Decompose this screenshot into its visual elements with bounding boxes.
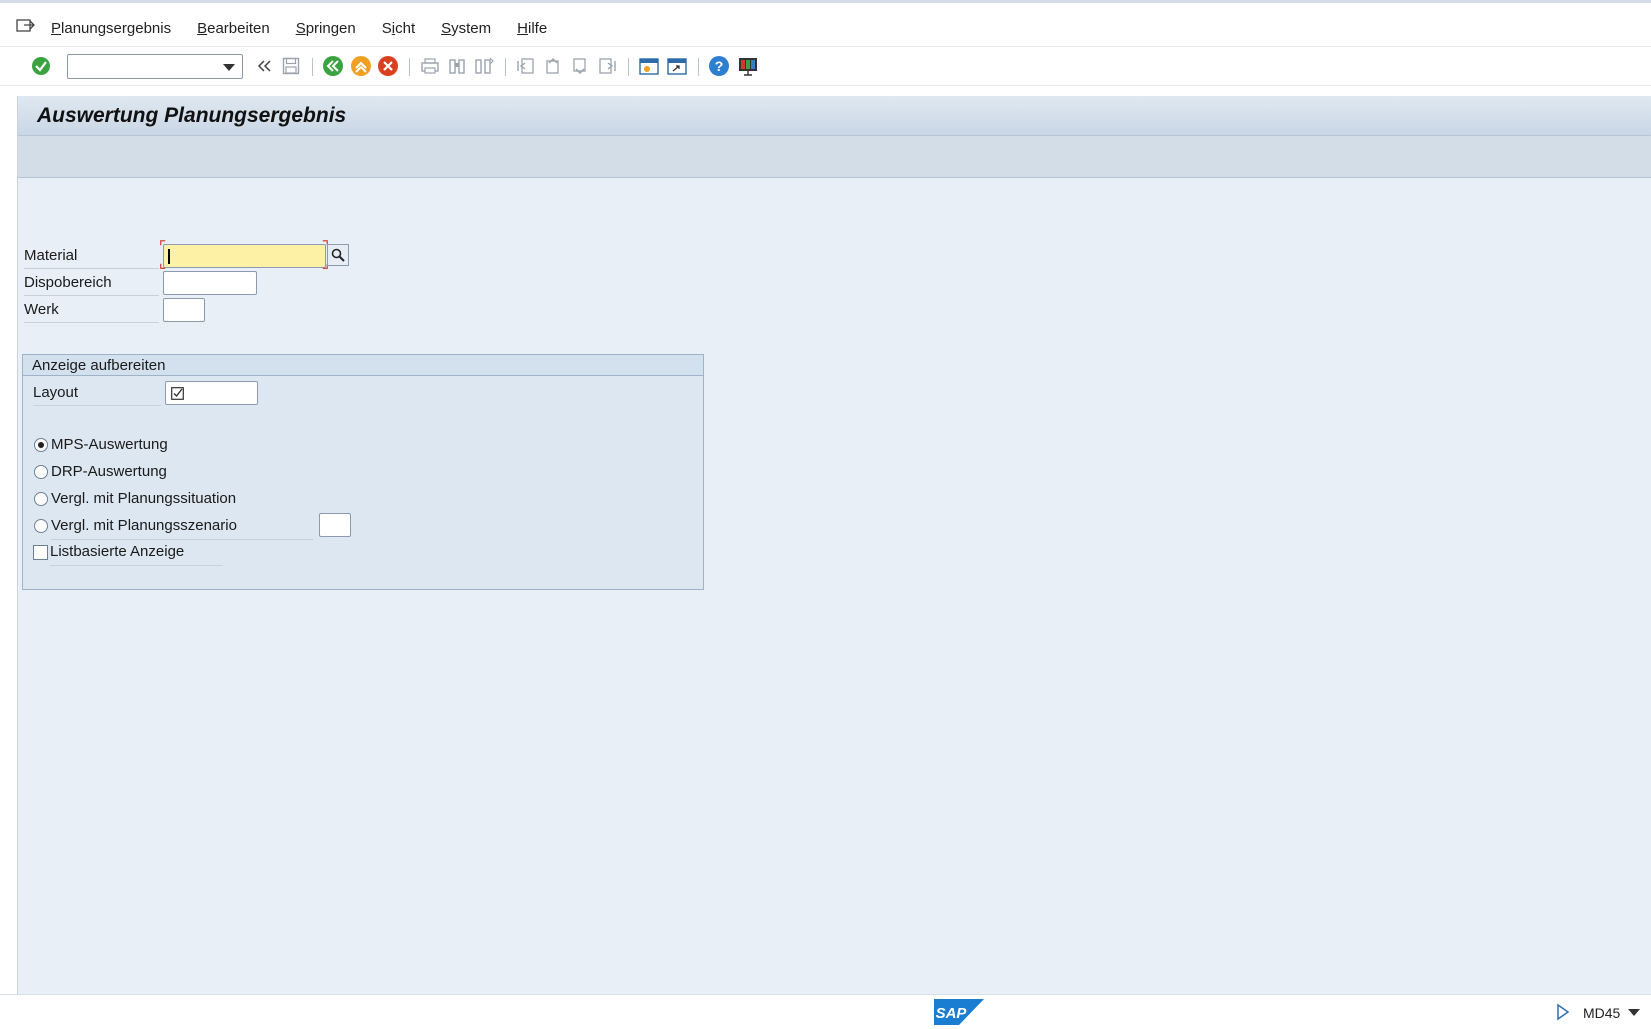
radio-drp-auswertung[interactable] [34, 465, 48, 479]
radio-mps-auswertung[interactable] [34, 438, 48, 452]
print-icon[interactable] [419, 55, 441, 77]
status-expand-icon[interactable] [1556, 1003, 1570, 1021]
werk-field[interactable] [163, 298, 205, 322]
title-bar: Auswertung Planungsergebnis [18, 96, 1651, 136]
status-bar: SAP MD45 [0, 994, 1651, 1029]
radio-label: Vergl. mit Planungssituation [51, 490, 237, 507]
menu-bar: Planungsergebnis Bearbeiten Springen Sic… [0, 0, 1651, 46]
checkbox-label: Listbasierte Anzeige [50, 543, 223, 566]
material-label: Material [24, 247, 159, 269]
new-session-icon[interactable] [638, 55, 660, 77]
radio-label: MPS-Auswertung [51, 436, 168, 453]
transaction-code: MD45 [1583, 1005, 1621, 1021]
toolbar-separator [312, 58, 313, 76]
transaction-dropdown-icon[interactable] [1628, 1009, 1640, 1016]
radio-label: Vergl. mit Planungsszenario [51, 517, 313, 540]
menu-items: Planungsergebnis Bearbeiten Springen Sic… [51, 20, 573, 37]
listbasierte-anzeige-checkbox[interactable] [33, 545, 48, 560]
radio-planungsszenario[interactable] [34, 519, 48, 533]
customize-layout-icon[interactable] [737, 55, 759, 77]
focus-corner-icon [160, 240, 166, 246]
display-options-group: Anzeige aufbereiten Layout MPS-Auswertun… [22, 354, 704, 590]
layout-label: Layout [33, 384, 161, 406]
menu-exit-icon[interactable] [16, 17, 36, 39]
next-page-icon[interactable] [569, 55, 591, 77]
toolbar-separator [409, 58, 410, 76]
svg-text:?: ? [715, 58, 724, 74]
cancel-icon[interactable] [377, 55, 399, 77]
menu-system[interactable]: System [441, 20, 491, 37]
application-toolbar [18, 136, 1651, 178]
menu-planungsergebnis[interactable]: Planungsergebnis [51, 20, 171, 37]
scenario-field[interactable] [319, 513, 351, 537]
find-icon[interactable] [446, 55, 468, 77]
layout-field[interactable] [165, 381, 258, 405]
toolbar-separator [698, 58, 699, 76]
previous-page-icon[interactable] [542, 55, 564, 77]
page-title: Auswertung Planungsergebnis [37, 104, 347, 127]
material-field[interactable] [163, 244, 326, 268]
search-help-button[interactable] [327, 244, 349, 266]
back-icon[interactable] [322, 55, 344, 77]
collapse-command-icon[interactable] [253, 55, 275, 77]
search-icon [331, 248, 345, 262]
menu-sicht[interactable]: Sicht [382, 20, 415, 37]
command-field[interactable] [67, 54, 243, 79]
checked-box-icon [171, 387, 184, 400]
enter-icon[interactable] [30, 55, 52, 77]
text-cursor [168, 249, 170, 264]
dispobereich-label: Dispobereich [24, 274, 159, 296]
left-margin [0, 86, 17, 994]
toolbar-separator [628, 58, 629, 76]
radio-planungssituation[interactable] [34, 492, 48, 506]
help-icon[interactable]: ? [708, 55, 730, 77]
last-page-icon[interactable] [596, 55, 618, 77]
first-page-icon[interactable] [515, 55, 537, 77]
werk-label: Werk [24, 301, 159, 323]
group-title: Anzeige aufbereiten [32, 357, 166, 374]
standard-toolbar: ? [0, 46, 1651, 86]
command-field-dropdown-icon[interactable] [223, 64, 235, 71]
menu-hilfe[interactable]: Hilfe [517, 20, 547, 37]
radio-label: DRP-Auswertung [51, 463, 167, 480]
exit-icon[interactable] [350, 55, 372, 77]
find-next-icon[interactable] [473, 55, 495, 77]
save-icon[interactable] [280, 55, 302, 77]
sap-logo-text: SAP [936, 1005, 968, 1022]
shortcut-icon[interactable] [666, 55, 688, 77]
menu-springen[interactable]: Springen [296, 20, 356, 37]
group-header: Anzeige aufbereiten [23, 355, 703, 376]
main-screen: Auswertung Planungsergebnis Material Dis… [17, 96, 1651, 994]
sap-logo: SAP [934, 999, 984, 1025]
focus-corner-icon [160, 263, 166, 269]
toolbar-separator [505, 58, 506, 76]
menu-bearbeiten[interactable]: Bearbeiten [197, 20, 270, 37]
dispobereich-field[interactable] [163, 271, 257, 295]
